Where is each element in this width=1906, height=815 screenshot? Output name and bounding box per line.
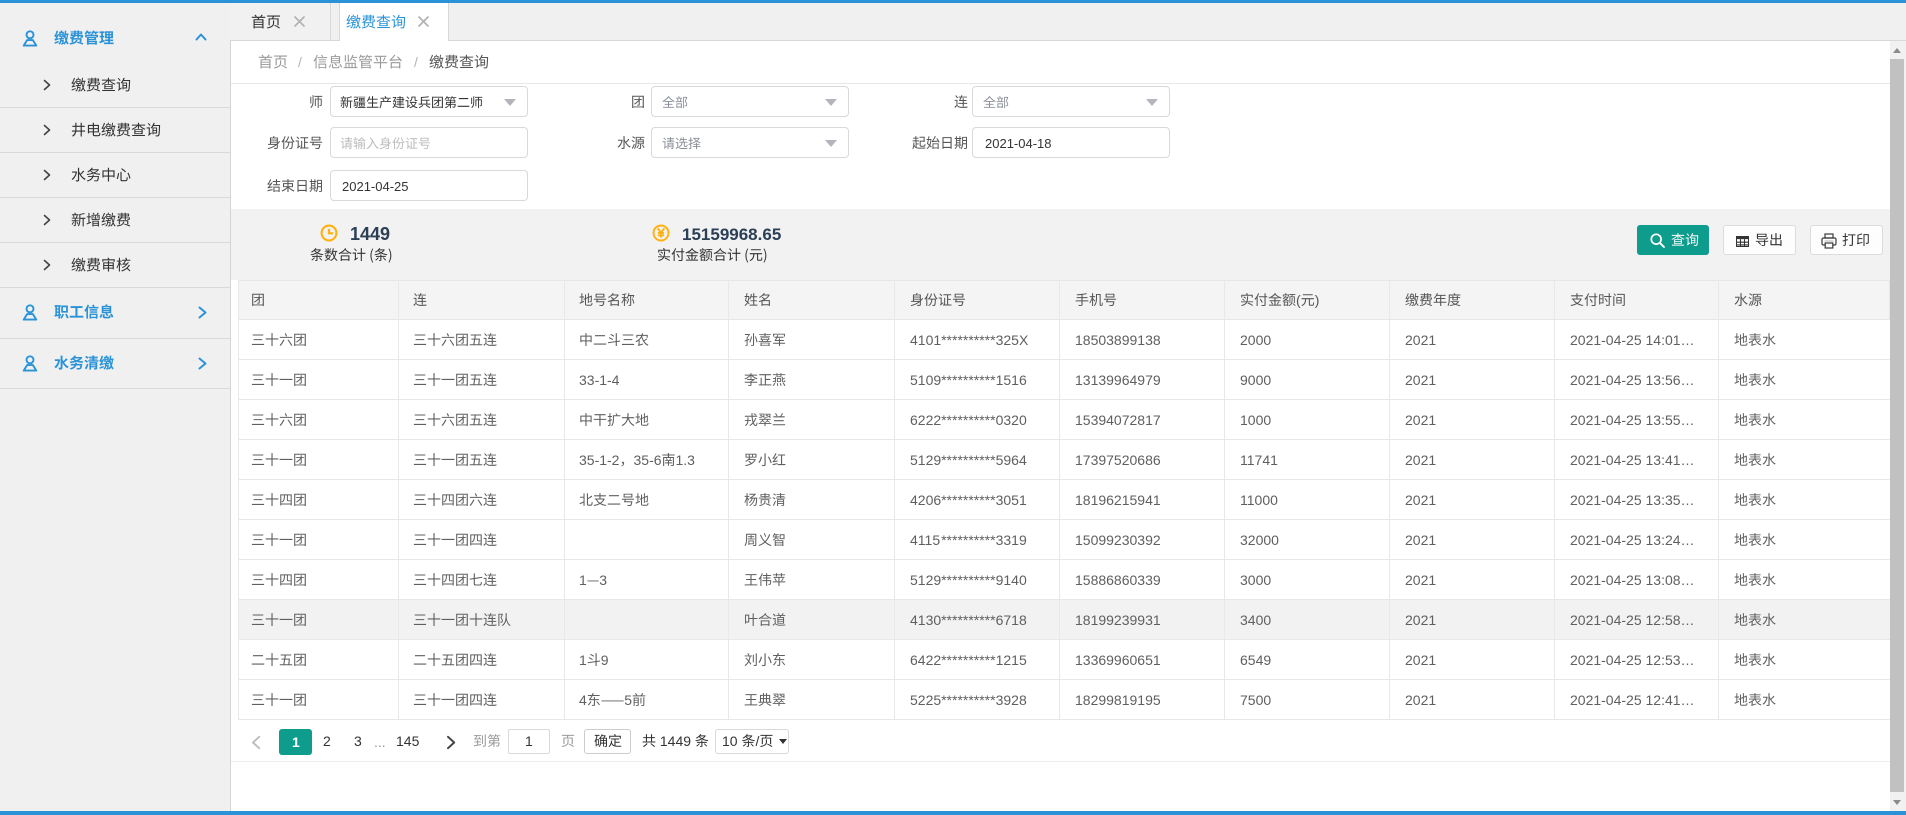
svg-text:2021: 2021 (1405, 532, 1436, 548)
svg-text:18196215941: 18196215941 (1075, 492, 1161, 508)
svg-text:1.3: 1.3 (676, 452, 696, 468)
svg-text:18503899138: 18503899138 (1075, 332, 1161, 348)
svg-text:1: 1 (579, 572, 587, 588)
svg-text:2021: 2021 (1405, 452, 1436, 468)
svg-text:4130: 4130 (910, 612, 941, 628)
svg-text:3051: 3051 (996, 492, 1027, 508)
svg-text:33-1-4: 33-1-4 (579, 372, 620, 388)
svg-text:...: ... (374, 734, 386, 750)
svg-text:1: 1 (579, 652, 587, 668)
svg-text:9140: 9140 (996, 572, 1027, 588)
svg-text:145: 145 (396, 733, 420, 749)
svg-text:9000: 9000 (1240, 372, 1271, 388)
svg-text:3: 3 (599, 572, 607, 588)
svg-text:3928: 3928 (996, 692, 1027, 708)
svg-text:0320: 0320 (996, 412, 1027, 428)
svg-text:3: 3 (354, 733, 362, 749)
svg-text:11741: 11741 (1240, 452, 1278, 468)
svg-text:6222: 6222 (910, 412, 941, 428)
svg-text:1000: 1000 (1240, 412, 1271, 428)
svg-text:**********: ********** (941, 572, 996, 588)
svg-text:2000: 2000 (1240, 332, 1271, 348)
svg-text:2021: 2021 (1405, 612, 1436, 628)
svg-text:1: 1 (292, 734, 300, 750)
svg-text:1215: 1215 (996, 652, 1027, 668)
svg-text:2021-04-25 12:58…: 2021-04-25 12:58… (1570, 612, 1695, 628)
svg-text:3000: 3000 (1240, 572, 1271, 588)
svg-text:3400: 3400 (1240, 612, 1271, 628)
svg-text:2021: 2021 (1405, 572, 1436, 588)
svg-text:**********: ********** (941, 692, 996, 708)
svg-text:2021: 2021 (1405, 412, 1436, 428)
svg-text:2021: 2021 (1405, 372, 1436, 388)
svg-text:1449: 1449 (350, 223, 390, 243)
svg-text:17397520686: 17397520686 (1075, 452, 1161, 468)
svg-text:11000: 11000 (1240, 492, 1278, 508)
svg-text:2: 2 (323, 733, 331, 749)
svg-text:): ) (1315, 292, 1320, 308)
svg-text:2021-04-25 12:53…: 2021-04-25 12:53… (1570, 652, 1695, 668)
svg-text:325X: 325X (996, 332, 1029, 348)
svg-text:4101: 4101 (910, 332, 941, 348)
svg-text:2021-04-25 14:01…: 2021-04-25 14:01… (1570, 332, 1695, 348)
svg-text:1: 1 (525, 733, 533, 749)
svg-text:**********: ********** (941, 372, 996, 388)
svg-text:1449: 1449 (656, 733, 695, 749)
svg-text:1516: 1516 (996, 372, 1027, 388)
svg-text:4: 4 (579, 692, 587, 708)
svg-text:**********: ********** (941, 332, 996, 348)
svg-text:2021-04-25 13:56…: 2021-04-25 13:56… (1570, 372, 1695, 388)
svg-text:15099230392: 15099230392 (1075, 532, 1161, 548)
svg-text:2021: 2021 (1405, 652, 1436, 668)
svg-text:5: 5 (624, 692, 632, 708)
svg-text:6422: 6422 (910, 652, 941, 668)
svg-text:2021: 2021 (1405, 692, 1436, 708)
svg-text:2021-04-25 13:55…: 2021-04-25 13:55… (1570, 412, 1695, 428)
svg-text:/: / (756, 733, 760, 749)
svg-text:2021-04-18: 2021-04-18 (985, 136, 1052, 151)
svg-text:35-6: 35-6 (634, 452, 662, 468)
svg-text:15159968.65: 15159968.65 (682, 225, 781, 244)
svg-text:35-1-2: 35-1-2 (579, 452, 620, 468)
svg-text:2021-04-25 12:41…: 2021-04-25 12:41… (1570, 692, 1695, 708)
svg-text:2021: 2021 (1405, 332, 1436, 348)
svg-text:5964: 5964 (996, 452, 1027, 468)
svg-text:15886860339: 15886860339 (1075, 572, 1161, 588)
svg-text:4206: 4206 (910, 492, 941, 508)
svg-text:4115: 4115 (910, 532, 940, 548)
svg-text:13139964979: 13139964979 (1075, 372, 1161, 388)
svg-text:**********: ********** (941, 412, 996, 428)
svg-text:15394072817: 15394072817 (1075, 412, 1161, 428)
svg-text:2021-04-25 13:24…: 2021-04-25 13:24… (1570, 532, 1695, 548)
svg-text:5129: 5129 (910, 572, 941, 588)
svg-text:32000: 32000 (1240, 532, 1279, 548)
svg-text:2021-04-25 13:41…: 2021-04-25 13:41… (1570, 452, 1695, 468)
svg-text:**********: ********** (941, 492, 996, 508)
svg-text:18299819195: 18299819195 (1075, 692, 1161, 708)
svg-text:5225: 5225 (910, 692, 941, 708)
svg-text:**********: ********** (941, 452, 996, 468)
svg-text:13369960651: 13369960651 (1075, 652, 1161, 668)
svg-text:/: / (298, 54, 302, 70)
svg-text:2021-04-25 13:35…: 2021-04-25 13:35… (1570, 492, 1695, 508)
svg-text:2021-04-25: 2021-04-25 (342, 179, 409, 194)
svg-text:10: 10 (722, 733, 741, 749)
svg-text:(: ( (1296, 292, 1301, 308)
svg-text:5109: 5109 (910, 372, 941, 388)
svg-text:3319: 3319 (996, 532, 1027, 548)
svg-text:**********: ********** (941, 532, 996, 548)
svg-text:/: / (414, 54, 418, 70)
svg-text:2021: 2021 (1405, 492, 1436, 508)
svg-text:6549: 6549 (1240, 652, 1271, 668)
svg-text:6718: 6718 (996, 612, 1027, 628)
svg-text:18199239931: 18199239931 (1075, 612, 1161, 628)
svg-text:**********: ********** (941, 612, 996, 628)
svg-text:9: 9 (601, 652, 609, 668)
svg-text:7500: 7500 (1240, 692, 1271, 708)
svg-text:**********: ********** (941, 652, 996, 668)
svg-text:5129: 5129 (910, 452, 941, 468)
svg-text:2021-04-25 13:08…: 2021-04-25 13:08… (1570, 572, 1695, 588)
